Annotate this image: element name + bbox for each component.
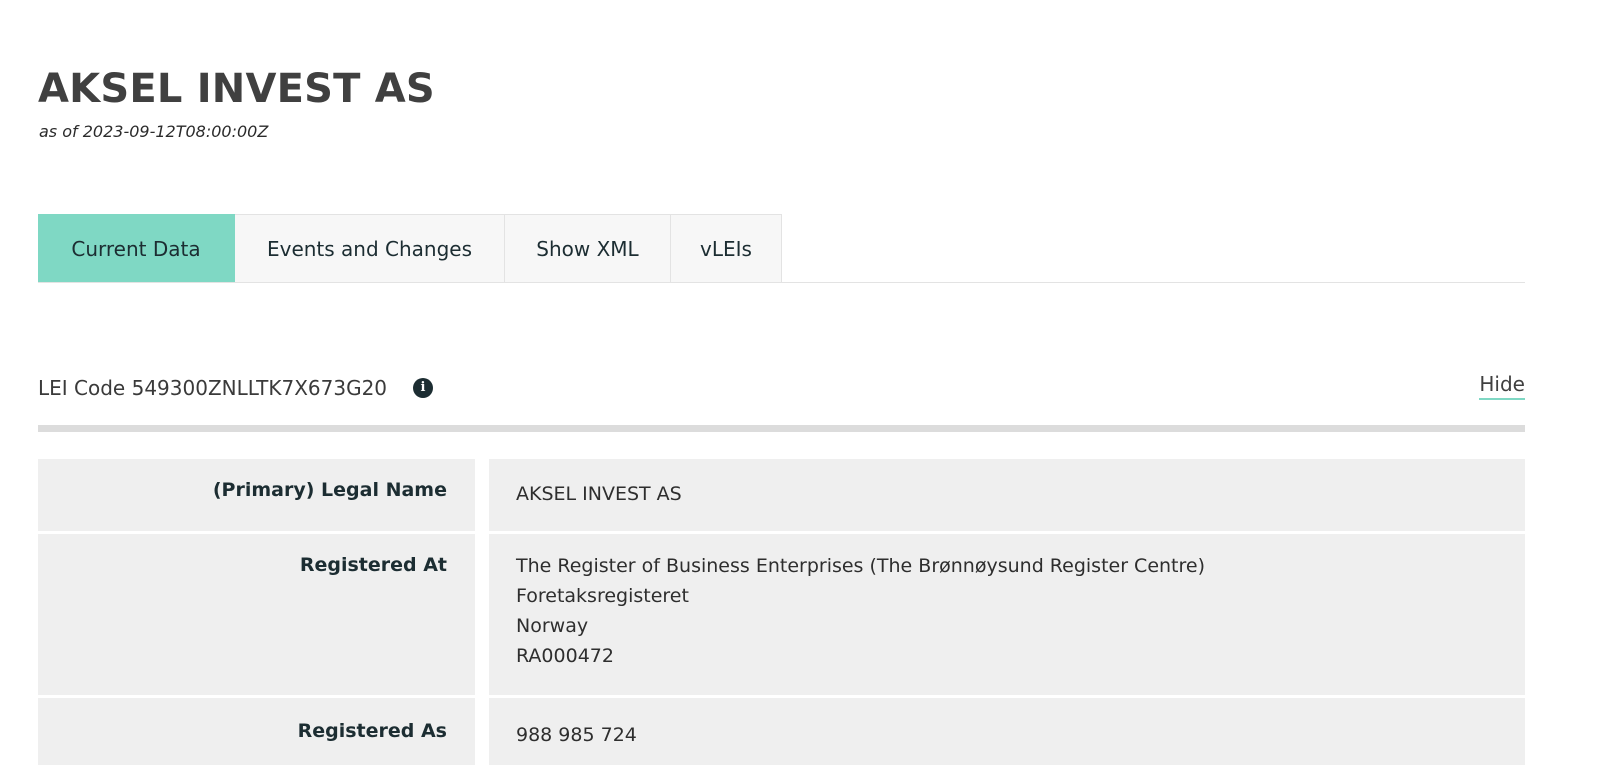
field-value-registered-as: 988 985 724: [489, 698, 1525, 765]
field-value-legal-name: AKSEL INVEST AS: [489, 459, 1525, 531]
page: AKSEL INVEST AS as of 2023-09-12T08:00:0…: [0, 0, 1600, 765]
info-icon[interactable]: i: [413, 378, 433, 398]
tab-current-data[interactable]: Current Data: [38, 214, 235, 282]
field-label-registered-at: Registered At: [38, 534, 475, 695]
page-title: AKSEL INVEST AS: [38, 66, 435, 112]
lei-header: LEI Code 549300ZNLLTK7X673G20 i Hide: [38, 372, 1525, 404]
lei-code-label: LEI Code 549300ZNLLTK7X673G20: [38, 376, 388, 400]
hide-link[interactable]: Hide: [1479, 372, 1525, 400]
value-line: The Register of Business Enterprises (Th…: [516, 555, 1206, 577]
tab-events-and-changes[interactable]: Events and Changes: [235, 214, 505, 282]
value-line: Foretaksregisteret: [516, 585, 689, 607]
as-of-timestamp: as of 2023-09-12T08:00:00Z: [39, 122, 269, 141]
value-line: Norway: [516, 615, 589, 637]
section-divider: [38, 425, 1525, 432]
value-line: 988 985 724: [516, 724, 637, 746]
entity-details-table: (Primary) Legal Name AKSEL INVEST AS Reg…: [38, 459, 1525, 765]
table-row: Registered As 988 985 724: [38, 698, 1525, 765]
field-label-registered-as: Registered As: [38, 698, 475, 765]
tab-bar: Current Data Events and Changes Show XML…: [38, 214, 1525, 283]
value-line: RA000472: [516, 645, 614, 667]
table-row: Registered At The Register of Business E…: [38, 534, 1525, 695]
field-value-registered-at: The Register of Business Enterprises (Th…: [489, 534, 1525, 695]
table-row: (Primary) Legal Name AKSEL INVEST AS: [38, 459, 1525, 531]
tab-show-xml[interactable]: Show XML: [505, 214, 671, 282]
value-line: AKSEL INVEST AS: [516, 483, 682, 505]
field-label-legal-name: (Primary) Legal Name: [38, 459, 475, 531]
tab-vleis[interactable]: vLEIs: [671, 214, 782, 282]
